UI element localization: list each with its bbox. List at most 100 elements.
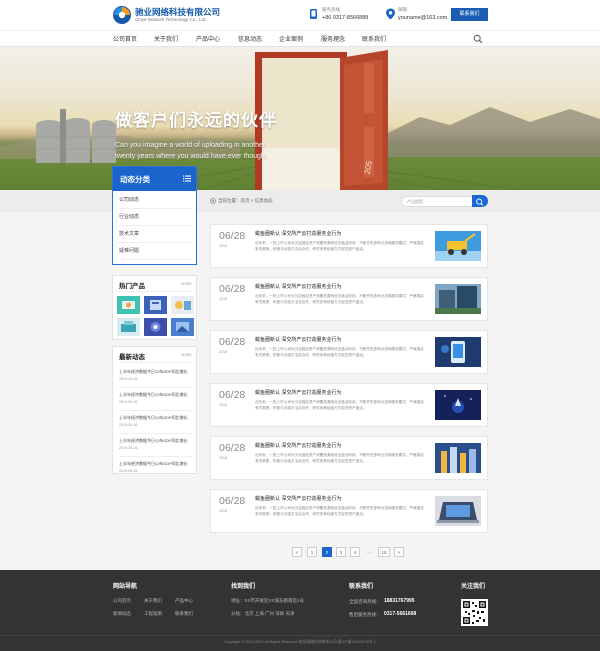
header bbox=[0, 0, 600, 30]
list-item[interactable]: 上半年经济数据今日公布GDP同比增长 2019-05-16 bbox=[119, 457, 192, 473]
nav-item-home[interactable]: 公司首页 bbox=[113, 34, 137, 43]
article-title[interactable]: 鲅鱼圈新认 深交所产云打造服务业行为 bbox=[255, 389, 341, 396]
pagination-page-15[interactable]: 15 bbox=[378, 547, 390, 557]
product-thumbnail[interactable] bbox=[117, 318, 140, 336]
phone-icon bbox=[310, 9, 317, 19]
pagination-next-button[interactable]: > bbox=[394, 547, 404, 557]
category-box: 动态分类 公司动态 行业动态 技术文章 疑难问题 bbox=[112, 166, 197, 265]
article-title[interactable]: 鲅鱼圈新认 深交所产云打造服务业行为 bbox=[255, 336, 341, 343]
article-day: 06/28 bbox=[219, 283, 246, 295]
article-thumbnail[interactable] bbox=[435, 337, 481, 367]
nav-item-news[interactable]: 信息动态 bbox=[238, 34, 262, 43]
nav-item-contact[interactable]: 联系我们 bbox=[362, 34, 386, 43]
category-item-faq[interactable]: 疑难问题 bbox=[119, 243, 192, 260]
nav-item-cases[interactable]: 企业案例 bbox=[279, 34, 303, 43]
article-card[interactable]: 06/28 2018 鲅鱼圈新认 深交所产云打造服务业行为 近年来，一批上市公司… bbox=[210, 277, 488, 321]
list-item[interactable]: 上半年经济数据今日公布GDP同比增长 2019-05-16 bbox=[119, 365, 192, 388]
article-thumbnail[interactable] bbox=[435, 496, 481, 526]
article-title[interactable]: 鲅鱼圈新认 深交所产云打造服务业行为 bbox=[255, 230, 341, 237]
footer-link-home[interactable]: 公司首页 bbox=[113, 598, 131, 604]
pagination-page-4[interactable]: 4 bbox=[350, 547, 360, 557]
copyright: Copyright © 2019-2020 All Rights Reserve… bbox=[224, 640, 376, 644]
article-year: 2018 bbox=[219, 456, 227, 460]
article-day: 06/28 bbox=[219, 389, 246, 401]
footer-link-about[interactable]: 关于我们 bbox=[144, 598, 162, 604]
footer-link-cases[interactable]: 工程案例 bbox=[144, 611, 162, 617]
hot-products-title: 热门产品 bbox=[119, 283, 145, 290]
product-thumbnail[interactable] bbox=[171, 318, 194, 336]
footer-link-products[interactable]: 产品中心 bbox=[175, 598, 193, 604]
footer-nav-title: 网站导航 bbox=[113, 584, 138, 590]
article-day: 06/28 bbox=[219, 336, 246, 348]
divider bbox=[119, 362, 192, 363]
email-label: 邮箱 bbox=[398, 7, 407, 12]
list-item[interactable]: 上半年经济数据今日公布GDP同比增长 2019-05-16 bbox=[119, 388, 192, 411]
nav-item-products[interactable]: 产品中心 bbox=[196, 34, 220, 43]
footer-link-news[interactable]: 新闻动态 bbox=[113, 611, 131, 617]
footer-divider bbox=[0, 635, 600, 636]
article-title[interactable]: 鲅鱼圈新认 深交所产云打造服务业行为 bbox=[255, 442, 341, 449]
pagination-page-1[interactable]: 1 bbox=[307, 547, 317, 557]
product-thumbnail[interactable] bbox=[144, 318, 167, 336]
article-card[interactable]: 06/28 2018 鲅鱼圈新认 深交所产云打造服务业行为 近年来，一批上市公司… bbox=[210, 489, 488, 533]
breadcrumb[interactable]: 当前位置：首页 > 信息动态 bbox=[218, 198, 273, 204]
pagination-page-3[interactable]: 3 bbox=[336, 547, 346, 557]
nav-item-service[interactable]: 服务理念 bbox=[321, 34, 345, 43]
article-title[interactable]: 鲅鱼圈新认 深交所产云打造服务业行为 bbox=[255, 283, 341, 290]
article-summary: 近年来，一批上市公司为沉淀固定资产闲置资源而设法盘活利用，不断开拓多种业态和服务… bbox=[255, 347, 424, 357]
main-nav: 公司首页 关于我们 产品中心 信息动态 企业案例 服务理念 联系我们 bbox=[0, 30, 600, 47]
company-logo-icon[interactable] bbox=[112, 5, 132, 25]
article-day: 06/28 bbox=[219, 495, 246, 507]
category-item-tech[interactable]: 技术文章 bbox=[119, 226, 192, 243]
nav-item-about[interactable]: 关于我们 bbox=[154, 34, 178, 43]
list-item[interactable]: 上半年经济数据今日公布GDP同比增长 2019-05-16 bbox=[119, 411, 192, 434]
location-icon bbox=[210, 198, 216, 204]
article-card[interactable]: 06/28 2018 鲅鱼圈新认 深交所产云打造服务业行为 近年来，一批上市公司… bbox=[210, 330, 488, 374]
email-address[interactable]: youname@163.com bbox=[398, 15, 447, 21]
phone-number: +86 0317-8566888 bbox=[322, 15, 369, 21]
hotline-number: 18831767995 bbox=[384, 598, 415, 604]
footer-branches[interactable]: 分站：北京 上海 广州 深圳 天津 bbox=[231, 611, 295, 617]
search-icon[interactable] bbox=[473, 34, 483, 44]
breadcrumb-bar bbox=[0, 190, 600, 212]
hotline-label: 全国咨询热线： bbox=[349, 599, 381, 604]
article-title[interactable]: 鲅鱼圈新认 深交所产云打造服务业行为 bbox=[255, 495, 341, 502]
article-year: 2018 bbox=[219, 350, 227, 354]
product-search-button[interactable] bbox=[472, 195, 488, 207]
contact-us-button[interactable]: 联系我们 bbox=[451, 8, 488, 21]
list-item[interactable]: 上半年经济数据今日公布GDP同比增长 2019-05-16 bbox=[119, 434, 192, 457]
hero-banner: 205 bbox=[0, 47, 600, 190]
hot-products-box: 热门产品 MORE bbox=[112, 275, 197, 340]
article-summary: 近年来，一批上市公司为沉淀固定资产闲置资源而设法盘活利用，不断开拓多种业态和服务… bbox=[255, 506, 424, 516]
article-card[interactable]: 06/28 2018 鲅鱼圈新认 深交所产云打造服务业行为 近年来，一批上市公司… bbox=[210, 383, 488, 427]
article-year: 2018 bbox=[219, 297, 227, 301]
article-thumbnail[interactable] bbox=[435, 284, 481, 314]
location-pin-icon bbox=[386, 8, 395, 20]
banner-slogan: 做客户们永远的伙伴 bbox=[115, 111, 277, 130]
article-thumbnail[interactable] bbox=[435, 390, 481, 420]
category-item-industry[interactable]: 行业动态 bbox=[119, 209, 192, 226]
pagination-page-2[interactable]: 2 bbox=[322, 547, 332, 557]
pagination-prev-button[interactable]: < bbox=[292, 547, 302, 557]
product-thumbnail[interactable] bbox=[171, 296, 194, 314]
pagination-ellipsis: ... bbox=[367, 549, 371, 554]
article-day: 06/28 bbox=[219, 230, 246, 242]
footer-find-title: 找到我们 bbox=[231, 584, 256, 590]
category-item-company[interactable]: 公司动态 bbox=[119, 192, 192, 209]
category-header: 动态分类 bbox=[113, 167, 196, 191]
article-card[interactable]: 06/28 2018 鲅鱼圈新认 深交所产云打造服务业行为 近年来，一批上市公司… bbox=[210, 436, 488, 480]
product-search-input[interactable]: 产品搜索 bbox=[401, 196, 474, 207]
category-title: 动态分类 bbox=[120, 175, 150, 184]
product-thumbnail[interactable] bbox=[117, 296, 140, 314]
footer-link-contact[interactable]: 联系我们 bbox=[175, 611, 193, 617]
article-thumbnail[interactable] bbox=[435, 443, 481, 473]
article-year: 2018 bbox=[219, 244, 227, 248]
phone-label: 服务热线 bbox=[322, 7, 340, 12]
article-card[interactable]: 06/28 2018 鲅鱼圈新认 深交所产云打造服务业行为 近年来，一批上市公司… bbox=[210, 224, 488, 268]
footer-follow-title: 关注我们 bbox=[461, 584, 486, 590]
hot-products-more-link[interactable]: MORE bbox=[181, 282, 192, 286]
footer-address: 地址：XX市开发区XX城东路南首1号 bbox=[231, 598, 305, 603]
latest-news-more-link[interactable]: MORE bbox=[181, 353, 192, 357]
article-thumbnail[interactable] bbox=[435, 231, 481, 261]
product-thumbnail[interactable] bbox=[144, 296, 167, 314]
